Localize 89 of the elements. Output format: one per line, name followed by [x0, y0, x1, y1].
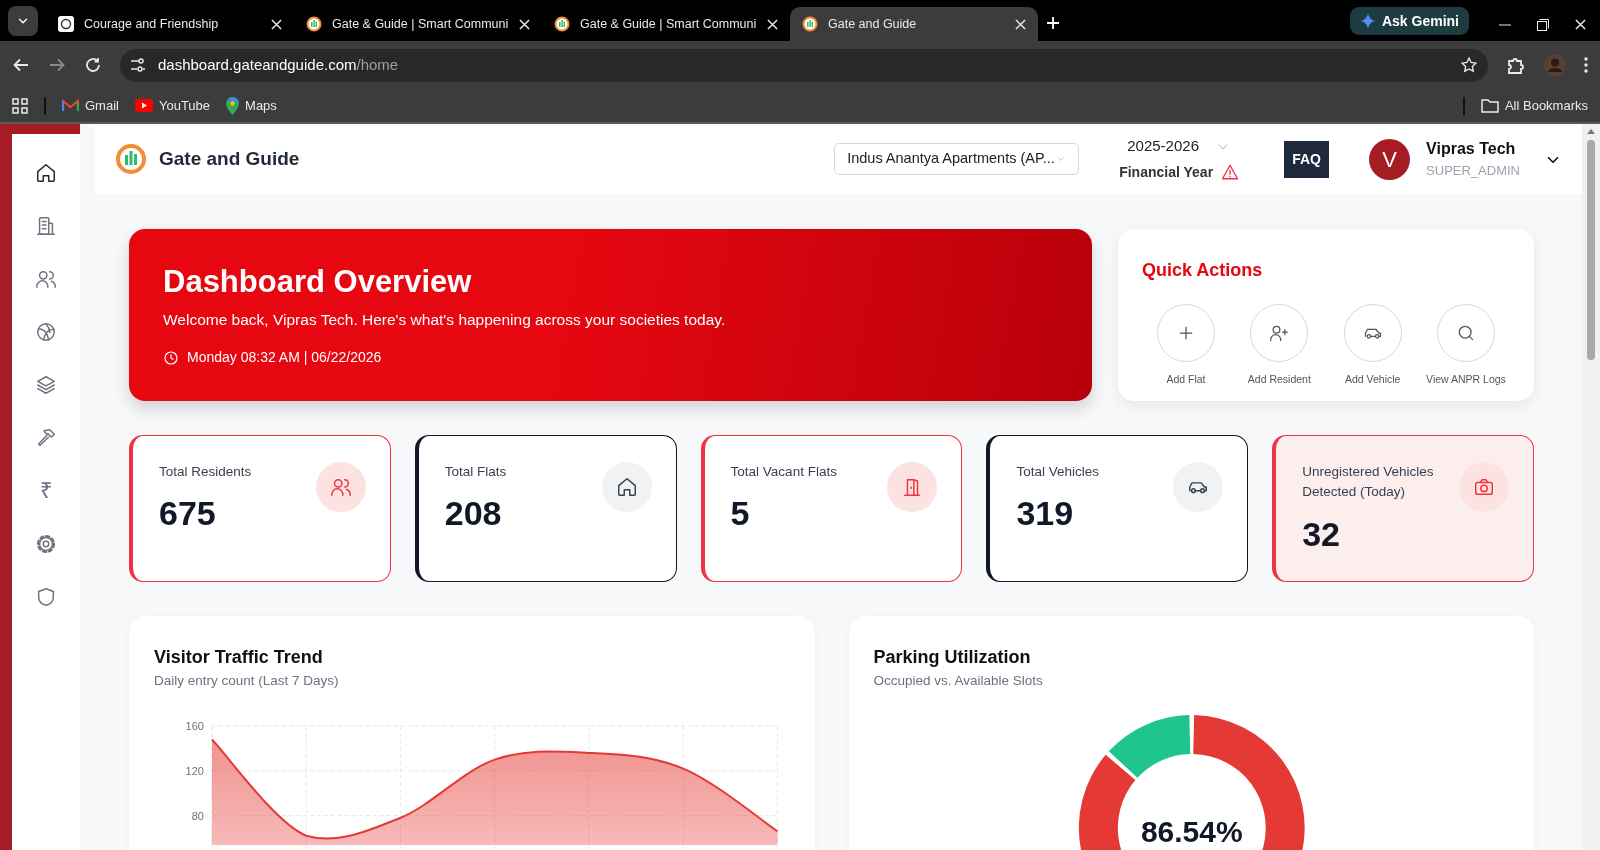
star-icon[interactable] [1460, 56, 1478, 74]
video-play-icon [134, 99, 153, 112]
mail-icon [62, 99, 79, 112]
date-time: Monday 08:32 AM | 06/22/2026 [187, 348, 382, 368]
banner-title: Dashboard Overview [163, 263, 473, 301]
user-avatar[interactable]: V [1369, 138, 1411, 180]
close-icon[interactable] [1575, 19, 1586, 30]
axis-label: 80 [191, 809, 204, 822]
browser-tab[interactable]: Gate & Guide | Smart Communi [294, 7, 542, 41]
close-icon[interactable] [1015, 18, 1026, 30]
axis-label: 160 [185, 720, 204, 732]
faq-button[interactable]: FAQ [1284, 140, 1330, 178]
layers-icon [35, 374, 57, 396]
quick-action[interactable]: Add Resident [1235, 304, 1324, 388]
donut-center-value: 86.54% [1140, 814, 1243, 848]
back-icon[interactable] [12, 56, 30, 74]
logo-icon [115, 143, 147, 175]
browser-tab[interactable]: Gate and Guide [790, 7, 1038, 41]
scroll-up-icon[interactable] [1586, 128, 1596, 134]
chart-title: Visitor Traffic Trend [154, 646, 323, 669]
stat-label: Total Residents [159, 463, 252, 481]
sparkle-icon [1359, 13, 1376, 29]
axis-label: 120 [185, 764, 204, 777]
chart-subtitle: Daily entry count (Last 7 Days) [154, 672, 339, 690]
brand-name: Gate and Guide [159, 146, 300, 171]
browser-tab[interactable]: Courage and Friendship [46, 7, 294, 41]
reload-icon[interactable] [84, 56, 102, 74]
logo-icon [802, 16, 818, 32]
scrollbar-thumb[interactable] [1587, 140, 1595, 360]
stat-label: Total Vehicles [1016, 463, 1099, 481]
close-icon[interactable] [519, 18, 530, 30]
stat-value: 5 [730, 493, 751, 535]
apps-icon[interactable] [12, 97, 28, 114]
stat-value: 208 [444, 493, 503, 535]
building-icon [35, 215, 57, 237]
tab-list-button[interactable] [8, 6, 38, 36]
home-icon [35, 162, 57, 184]
scrollbar[interactable] [1582, 124, 1600, 850]
banner-subtitle: Welcome back, Vipras Tech. Here's what's happening across your societies today. [163, 310, 727, 331]
stat-value: 32 [1302, 513, 1341, 555]
stat-label: Unregistered Vehicles Detected (Today) [1302, 463, 1435, 502]
forward-icon[interactable] [48, 56, 66, 74]
close-icon[interactable] [767, 18, 778, 30]
users-icon [329, 476, 352, 498]
all-bookmarks-link[interactable]: All Bookmarks [1480, 95, 1588, 116]
ask-gemini-button[interactable]: Ask Gemini [1349, 7, 1469, 35]
folder-icon [1480, 98, 1499, 113]
bookmark-link[interactable]: Maps [226, 95, 277, 116]
stat-label: Total Flats [444, 463, 507, 481]
user-role: SUPER_ADMIN [1426, 162, 1520, 181]
ball-icon [35, 321, 57, 343]
browser-tab[interactable]: Gate & Guide | Smart Communi [542, 7, 790, 41]
puzzle-icon[interactable] [1506, 55, 1526, 75]
shield-icon [35, 586, 57, 608]
gear-icon [35, 533, 57, 555]
user-plus-icon [1269, 323, 1290, 343]
quick-action[interactable]: View ANPR Logs [1422, 304, 1510, 388]
stat-value: 319 [1016, 493, 1075, 535]
camera-icon [1473, 476, 1495, 498]
restore-icon[interactable] [1537, 19, 1549, 31]
close-icon[interactable] [271, 18, 282, 30]
home-icon [615, 476, 638, 498]
new-tab-icon[interactable] [1046, 16, 1060, 31]
chart-title: Parking Utilization [873, 646, 1031, 669]
app-icon [58, 16, 74, 32]
map-pin-icon [226, 96, 240, 115]
bookmark-link[interactable]: Gmail [62, 95, 119, 116]
hammer-icon [35, 427, 57, 449]
logo-icon [554, 16, 570, 32]
year-label: Financial Year [1119, 162, 1214, 182]
address-bar[interactable]: dashboard.gateandguide.com/home [120, 48, 1488, 82]
logo-icon [306, 16, 322, 32]
bookmark-link[interactable]: YouTube [134, 95, 211, 116]
card-title: Quick Actions [1142, 259, 1264, 282]
clock-icon [163, 349, 179, 366]
users-icon [35, 268, 57, 290]
site-settings-icon[interactable] [130, 57, 146, 73]
search-icon [1456, 323, 1476, 343]
sidebar-item[interactable]: ₹ [30, 476, 62, 506]
quick-action[interactable]: Add Flat [1142, 304, 1230, 388]
menu-icon[interactable] [1584, 57, 1588, 73]
rupee-icon: ₹ [39, 480, 53, 502]
stat-value: 675 [159, 493, 217, 535]
chart-subtitle: Occupied vs. Available Slots [873, 672, 1043, 690]
year-value: 2025-2026 [1127, 136, 1199, 157]
society-select[interactable]: Indus Anantya Apartments (AP... [834, 143, 1080, 175]
stat-label: Total Vacant Flats [730, 463, 837, 481]
user-name: Vipras Tech [1426, 139, 1517, 160]
quick-action[interactable]: Add Vehicle [1328, 304, 1417, 388]
